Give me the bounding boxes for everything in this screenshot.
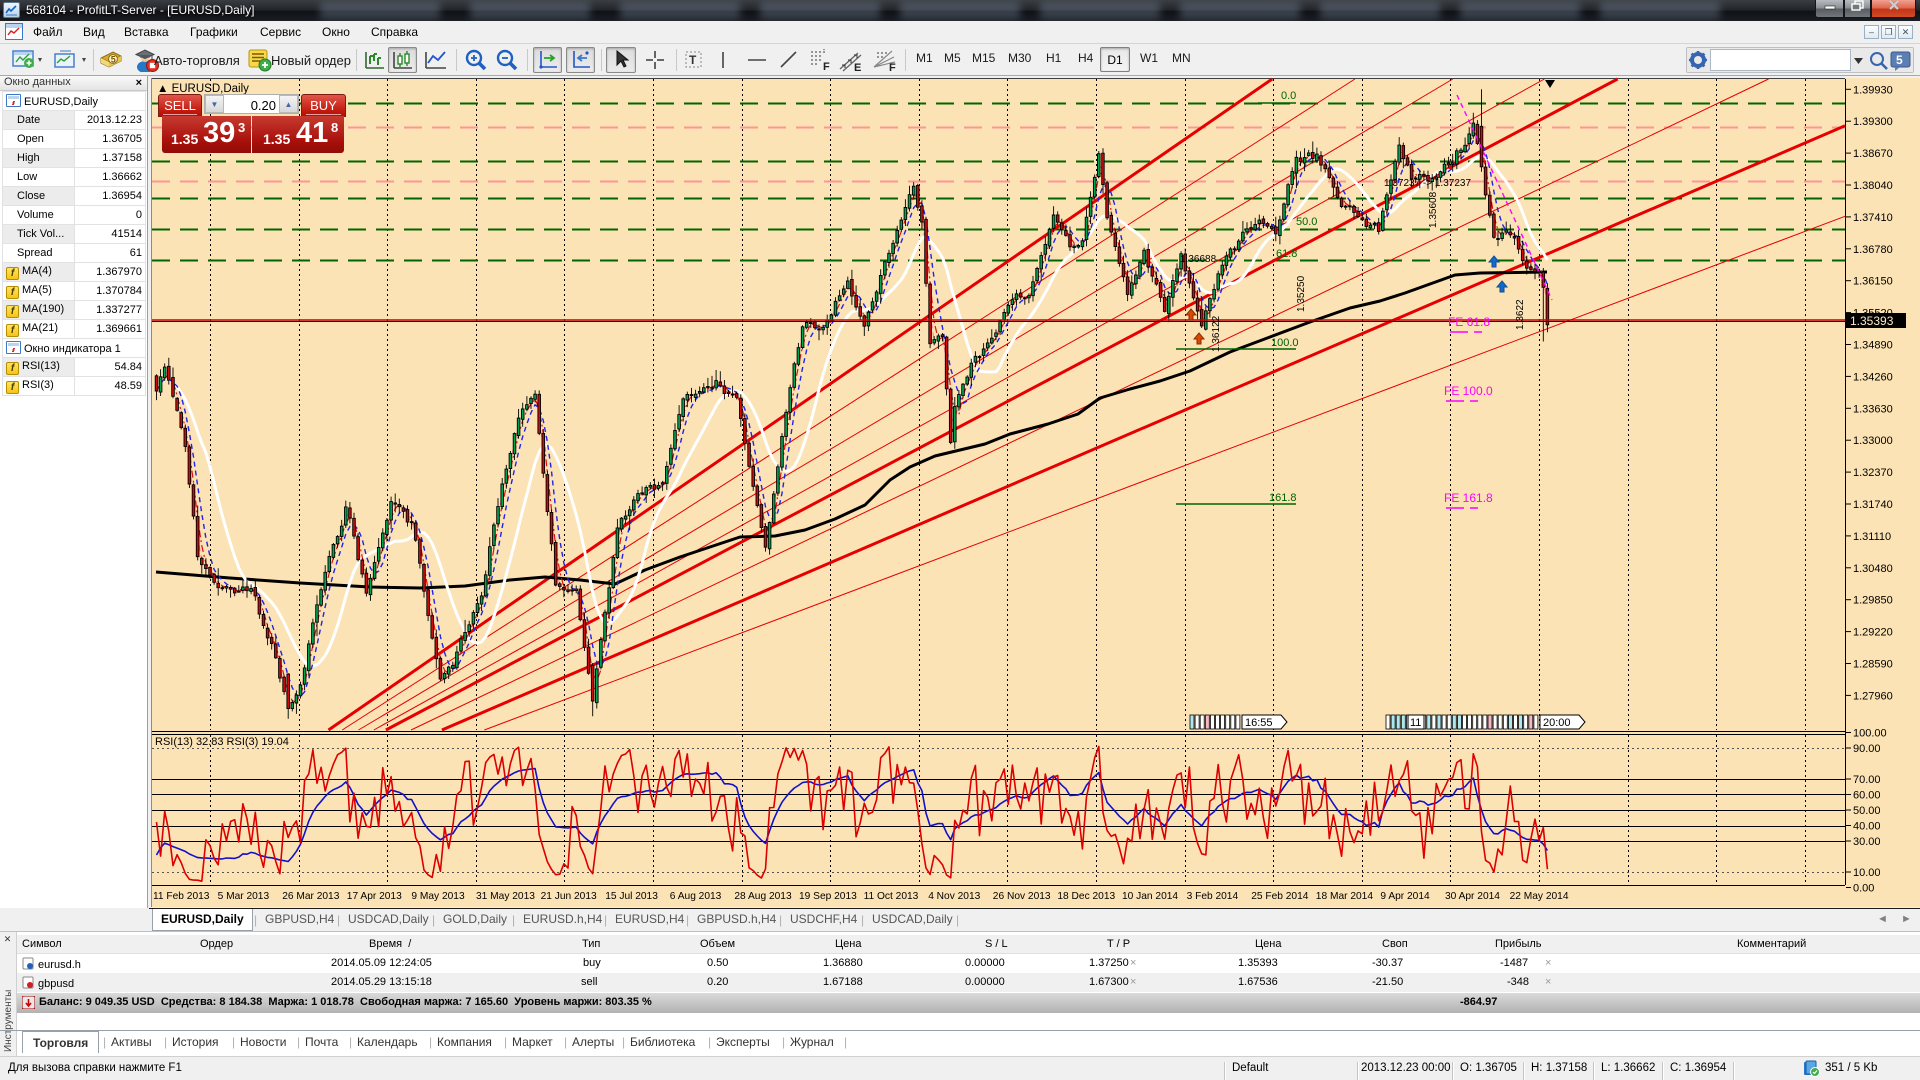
svg-text:4 Nov 2013: 4 Nov 2013 — [928, 891, 980, 902]
svg-text:1.36150: 1.36150 — [1853, 276, 1893, 288]
svg-text:1.29850: 1.29850 — [1853, 595, 1893, 607]
svg-text:1.39930: 1.39930 — [1853, 84, 1893, 96]
svg-text:1.36122: 1.36122 — [1211, 315, 1222, 352]
svg-text:1.30480: 1.30480 — [1853, 563, 1893, 575]
svg-text:31 May 2013: 31 May 2013 — [476, 891, 535, 902]
svg-text:FE 61.8: FE 61.8 — [1448, 315, 1490, 329]
svg-text:1.28590: 1.28590 — [1853, 659, 1893, 671]
svg-text:1.38670: 1.38670 — [1853, 148, 1893, 160]
svg-text:3 Feb 2014: 3 Feb 2014 — [1187, 891, 1239, 902]
svg-text:100.00: 100.00 — [1853, 728, 1887, 740]
svg-text:15 Jul 2013: 15 Jul 2013 — [605, 891, 658, 902]
svg-text:1.32370: 1.32370 — [1853, 467, 1893, 479]
svg-text:1.36780: 1.36780 — [1853, 244, 1893, 256]
svg-text:20:00: 20:00 — [1543, 717, 1571, 729]
svg-text:FE 161.8: FE 161.8 — [1444, 491, 1493, 505]
svg-text:28 Aug 2013: 28 Aug 2013 — [734, 891, 792, 902]
svg-text:1.31740: 1.31740 — [1853, 499, 1893, 511]
svg-text:F: F — [889, 62, 896, 73]
svg-text:30.00: 30.00 — [1853, 836, 1881, 848]
svg-text:100.0: 100.0 — [1271, 337, 1299, 349]
svg-text:9 Apr 2014: 9 Apr 2014 — [1380, 891, 1430, 902]
svg-text:90.00: 90.00 — [1853, 743, 1881, 755]
svg-text:1.33000: 1.33000 — [1853, 435, 1893, 447]
svg-text:11 Oct 2013: 11 Oct 2013 — [864, 891, 919, 902]
svg-text:1.38040: 1.38040 — [1853, 180, 1893, 192]
svg-text:61.8: 61.8 — [1276, 248, 1297, 260]
svg-text:18 Dec 2013: 18 Dec 2013 — [1057, 891, 1115, 902]
svg-text:11: 11 — [1410, 717, 1421, 729]
svg-text:E: E — [854, 62, 861, 73]
svg-text:10.00: 10.00 — [1853, 867, 1881, 879]
svg-text:21 Jun 2013: 21 Jun 2013 — [541, 891, 597, 902]
svg-text:19 Sep 2013: 19 Sep 2013 — [799, 891, 857, 902]
svg-text:T: T — [689, 53, 697, 67]
svg-text:5: 5 — [111, 54, 116, 64]
svg-text:25 Feb 2014: 25 Feb 2014 — [1251, 891, 1309, 902]
svg-text:16:55: 16:55 — [1245, 717, 1273, 729]
svg-text:1.34260: 1.34260 — [1853, 371, 1893, 383]
svg-text:50.0: 50.0 — [1296, 216, 1317, 228]
svg-text:1.36688: 1.36688 — [1180, 254, 1217, 265]
svg-text:1.35608: 1.35608 — [1428, 191, 1439, 228]
svg-text:0.00: 0.00 — [1853, 883, 1874, 895]
svg-text:FE 100.0: FE 100.0 — [1444, 384, 1493, 398]
svg-text:1.39300: 1.39300 — [1853, 116, 1893, 128]
svg-text:60.00: 60.00 — [1853, 790, 1881, 802]
svg-text:F: F — [823, 61, 830, 73]
svg-text:6 Aug 2013: 6 Aug 2013 — [670, 891, 722, 902]
svg-text:161.8: 161.8 — [1269, 492, 1297, 504]
svg-text:1.35250: 1.35250 — [1296, 275, 1307, 312]
svg-text:5: 5 — [1896, 53, 1903, 67]
svg-text:1.34890: 1.34890 — [1853, 340, 1893, 352]
svg-text:1.37237 -> 1.37237: 1.37237 -> 1.37237 — [1384, 178, 1471, 189]
svg-text:10 Jan 2014: 10 Jan 2014 — [1122, 891, 1178, 902]
svg-text:1.29220: 1.29220 — [1853, 627, 1893, 639]
svg-text:1.33630: 1.33630 — [1853, 403, 1893, 415]
svg-text:1.3622: 1.3622 — [1515, 299, 1526, 330]
svg-text:17 Apr 2013: 17 Apr 2013 — [347, 891, 402, 902]
svg-text:18 Mar 2014: 18 Mar 2014 — [1316, 891, 1374, 902]
svg-text:50.00: 50.00 — [1853, 805, 1881, 817]
svg-text:40.00: 40.00 — [1853, 821, 1881, 833]
svg-text:1.27960: 1.27960 — [1853, 690, 1893, 702]
svg-text:5 Mar 2013: 5 Mar 2013 — [218, 891, 270, 902]
svg-text:30 Apr 2014: 30 Apr 2014 — [1445, 891, 1500, 902]
svg-text:26 Mar 2013: 26 Mar 2013 — [282, 891, 340, 902]
svg-text:1.31110: 1.31110 — [1853, 531, 1891, 543]
svg-text:11 Feb 2013: 11 Feb 2013 — [153, 891, 210, 902]
svg-text:1.35393: 1.35393 — [1850, 314, 1894, 328]
svg-text:70.00: 70.00 — [1853, 774, 1881, 786]
svg-text:22 May 2014: 22 May 2014 — [1510, 891, 1569, 902]
svg-text:1.37410: 1.37410 — [1853, 212, 1893, 224]
svg-text:26 Nov 2013: 26 Nov 2013 — [993, 891, 1051, 902]
svg-text:9 May 2013: 9 May 2013 — [411, 891, 465, 902]
svg-text:0.0: 0.0 — [1281, 90, 1296, 102]
